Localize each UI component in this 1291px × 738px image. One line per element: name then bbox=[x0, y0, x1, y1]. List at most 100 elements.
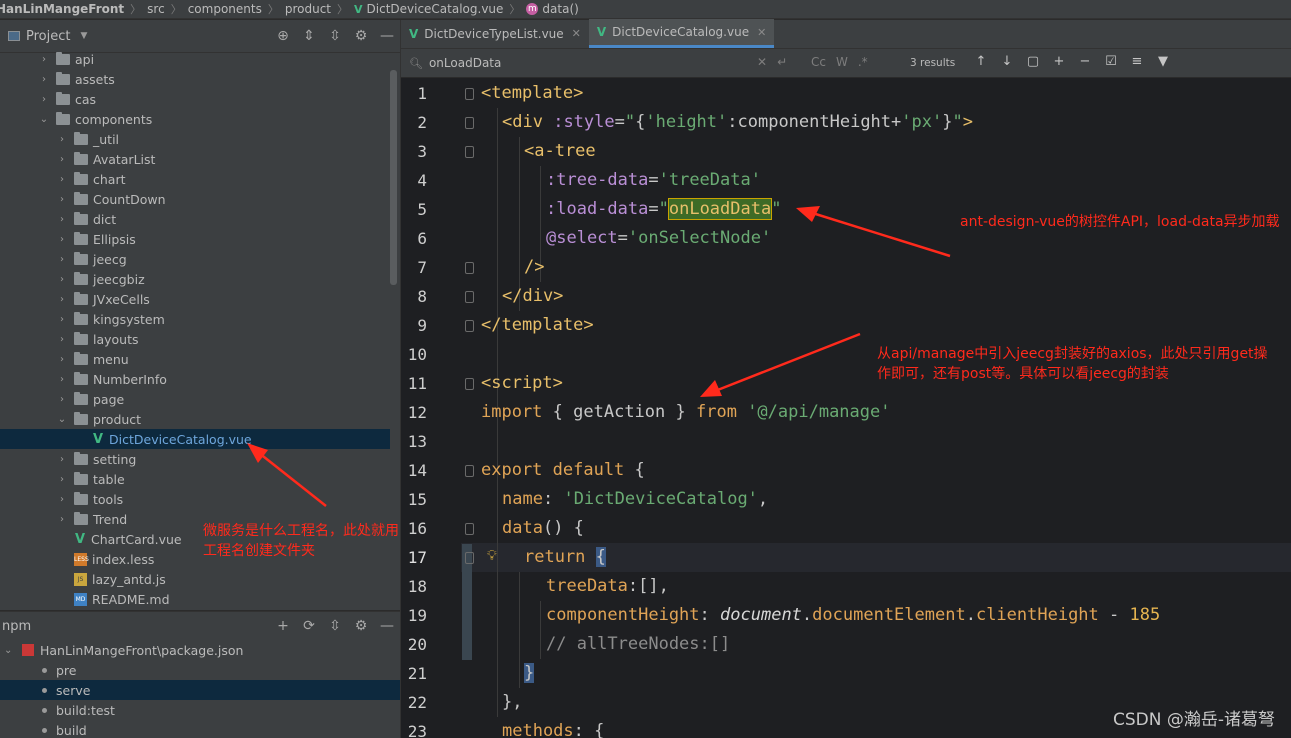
tree-item[interactable]: › layouts bbox=[0, 329, 390, 349]
locate-icon[interactable]: ⊕ bbox=[276, 28, 290, 44]
collapse-all-icon[interactable]: ⇳ bbox=[328, 618, 342, 634]
breadcrumb-item[interactable]: src bbox=[147, 2, 165, 16]
chevron-right-icon[interactable]: › bbox=[56, 334, 68, 345]
search-icon[interactable]: 🔍︎ bbox=[409, 57, 423, 70]
npm-panel-title[interactable]: npm bbox=[2, 619, 31, 634]
chevron-right-icon[interactable]: › bbox=[56, 214, 68, 225]
fold-marker-icon[interactable] bbox=[465, 523, 474, 535]
prev-match-icon[interactable]: ↑ bbox=[973, 54, 989, 69]
chevron-right-icon[interactable]: › bbox=[56, 394, 68, 405]
code-line-17[interactable]: return { bbox=[524, 543, 606, 572]
minimize-icon[interactable]: — bbox=[380, 618, 394, 634]
close-icon[interactable]: ✕ bbox=[757, 26, 766, 39]
chevron-down-icon[interactable]: ⌄ bbox=[38, 114, 50, 125]
add-occurrence-icon[interactable]: + bbox=[1051, 54, 1067, 69]
npm-script[interactable]: build:test bbox=[0, 700, 400, 720]
tree-item[interactable]: › jeecgbiz bbox=[0, 269, 390, 289]
npm-script[interactable]: build bbox=[0, 720, 400, 738]
fold-marker-icon[interactable] bbox=[465, 291, 474, 303]
remove-occurrence-icon[interactable]: − bbox=[1077, 54, 1093, 69]
chevron-down-icon[interactable]: ▼ bbox=[80, 31, 87, 41]
in-selection-icon[interactable]: ≡ bbox=[1129, 54, 1145, 69]
tree-item[interactable]: V DictDeviceCatalog.vue bbox=[0, 429, 390, 449]
code-line-20[interactable]: // allTreeNodes:[] bbox=[546, 630, 730, 659]
expand-all-icon[interactable]: ⇕ bbox=[302, 28, 316, 44]
add-icon[interactable]: + bbox=[276, 618, 290, 634]
whole-words-icon[interactable]: W bbox=[836, 55, 848, 69]
project-scrollbar[interactable] bbox=[390, 70, 397, 285]
code-line-21[interactable]: } bbox=[524, 659, 535, 688]
breadcrumb-item[interactable]: HanLinMangeFront bbox=[0, 2, 124, 16]
tree-item[interactable]: ⌄ components bbox=[0, 109, 390, 129]
npm-script[interactable]: pre bbox=[0, 660, 400, 680]
editor-tab[interactable]: V DictDeviceTypeList.vue ✕ bbox=[401, 19, 589, 48]
project-panel-title[interactable]: Project bbox=[26, 29, 70, 44]
tree-item[interactable]: ⌄ product bbox=[0, 409, 390, 429]
fold-marker-icon[interactable] bbox=[465, 552, 474, 564]
tree-item[interactable]: › JVxeCells bbox=[0, 289, 390, 309]
code-line-23[interactable]: methods: { bbox=[502, 717, 604, 738]
tree-item[interactable]: › CountDown bbox=[0, 189, 390, 209]
fold-marker-icon[interactable] bbox=[465, 117, 474, 129]
code-line-9[interactable]: </template> bbox=[481, 311, 594, 340]
fold-marker-icon[interactable] bbox=[465, 88, 474, 100]
regex-icon[interactable]: .* bbox=[858, 55, 868, 69]
chevron-right-icon[interactable]: › bbox=[56, 154, 68, 165]
editor-tab[interactable]: V DictDeviceCatalog.vue ✕ bbox=[588, 19, 775, 48]
code-line-6[interactable]: @select='onSelectNode' bbox=[546, 224, 771, 253]
chevron-down-icon[interactable]: ⌄ bbox=[4, 645, 16, 656]
code-line-15[interactable]: name: 'DictDeviceCatalog', bbox=[502, 485, 768, 514]
tree-item[interactable]: › dict bbox=[0, 209, 390, 229]
tree-item[interactable]: › chart bbox=[0, 169, 390, 189]
chevron-right-icon[interactable]: › bbox=[38, 94, 50, 105]
chevron-right-icon[interactable]: › bbox=[56, 474, 68, 485]
breadcrumb-item[interactable]: data() bbox=[542, 2, 578, 16]
tree-item[interactable]: › menu bbox=[0, 349, 390, 369]
code-line-5[interactable]: :load-data="onLoadData" bbox=[546, 195, 781, 224]
code-line-14[interactable]: export default { bbox=[481, 456, 645, 485]
chevron-right-icon[interactable]: › bbox=[38, 54, 50, 65]
gear-icon[interactable]: ⚙ bbox=[354, 618, 368, 634]
code-line-8[interactable]: </div> bbox=[502, 282, 563, 311]
tree-item[interactable]: › setting bbox=[0, 449, 390, 469]
code-line-7[interactable]: /> bbox=[524, 253, 544, 282]
fold-marker-icon[interactable] bbox=[465, 465, 474, 477]
code-line-3[interactable]: <a-tree bbox=[524, 137, 596, 166]
tree-item[interactable]: › cas bbox=[0, 89, 390, 109]
chevron-right-icon[interactable]: › bbox=[56, 494, 68, 505]
tree-item[interactable]: › jeecg bbox=[0, 249, 390, 269]
select-all-matches-icon[interactable]: ☑ bbox=[1103, 54, 1119, 69]
tree-item[interactable]: › AvatarList bbox=[0, 149, 390, 169]
chevron-down-icon[interactable]: ⌄ bbox=[56, 414, 68, 425]
code-line-16[interactable]: data() { bbox=[502, 514, 584, 543]
code-line-19[interactable]: componentHeight: document.documentElemen… bbox=[546, 601, 1160, 630]
select-all-occurrences-icon[interactable]: ▢ bbox=[1025, 54, 1041, 69]
tree-item[interactable]: › _util bbox=[0, 129, 390, 149]
tree-item[interactable]: › assets bbox=[0, 69, 390, 89]
chevron-right-icon[interactable]: › bbox=[56, 314, 68, 325]
npm-package[interactable]: ⌄ HanLinMangeFront\package.json bbox=[0, 640, 400, 660]
fold-marker-icon[interactable] bbox=[465, 320, 474, 332]
chevron-right-icon[interactable]: › bbox=[56, 374, 68, 385]
clear-search-icon[interactable]: ✕ bbox=[757, 55, 767, 69]
chevron-right-icon[interactable]: › bbox=[56, 354, 68, 365]
tree-item[interactable]: › api bbox=[0, 49, 390, 69]
chevron-right-icon[interactable]: › bbox=[56, 234, 68, 245]
next-match-icon[interactable]: ↓ bbox=[999, 54, 1015, 69]
new-line-icon[interactable]: ↵ bbox=[777, 55, 787, 69]
tree-item[interactable]: › page bbox=[0, 389, 390, 409]
search-input[interactable] bbox=[428, 56, 759, 70]
match-case-icon[interactable]: Cc bbox=[811, 55, 826, 69]
close-icon[interactable]: ✕ bbox=[572, 27, 581, 40]
chevron-right-icon[interactable]: › bbox=[56, 454, 68, 465]
tree-item[interactable]: › Ellipsis bbox=[0, 229, 390, 249]
code-line-22[interactable]: }, bbox=[502, 688, 522, 717]
breadcrumb-item[interactable]: product bbox=[285, 2, 331, 16]
code-line-12[interactable]: import { getAction } from '@/api/manage' bbox=[481, 398, 890, 427]
code-line-2[interactable]: <div :style="{'height':componentHeight+'… bbox=[502, 108, 973, 137]
gear-icon[interactable]: ⚙ bbox=[354, 28, 368, 44]
chevron-right-icon[interactable]: › bbox=[56, 194, 68, 205]
tree-item[interactable]: MD README.md bbox=[0, 589, 390, 609]
code-line-1[interactable]: <template> bbox=[481, 79, 583, 108]
chevron-right-icon[interactable]: › bbox=[56, 254, 68, 265]
